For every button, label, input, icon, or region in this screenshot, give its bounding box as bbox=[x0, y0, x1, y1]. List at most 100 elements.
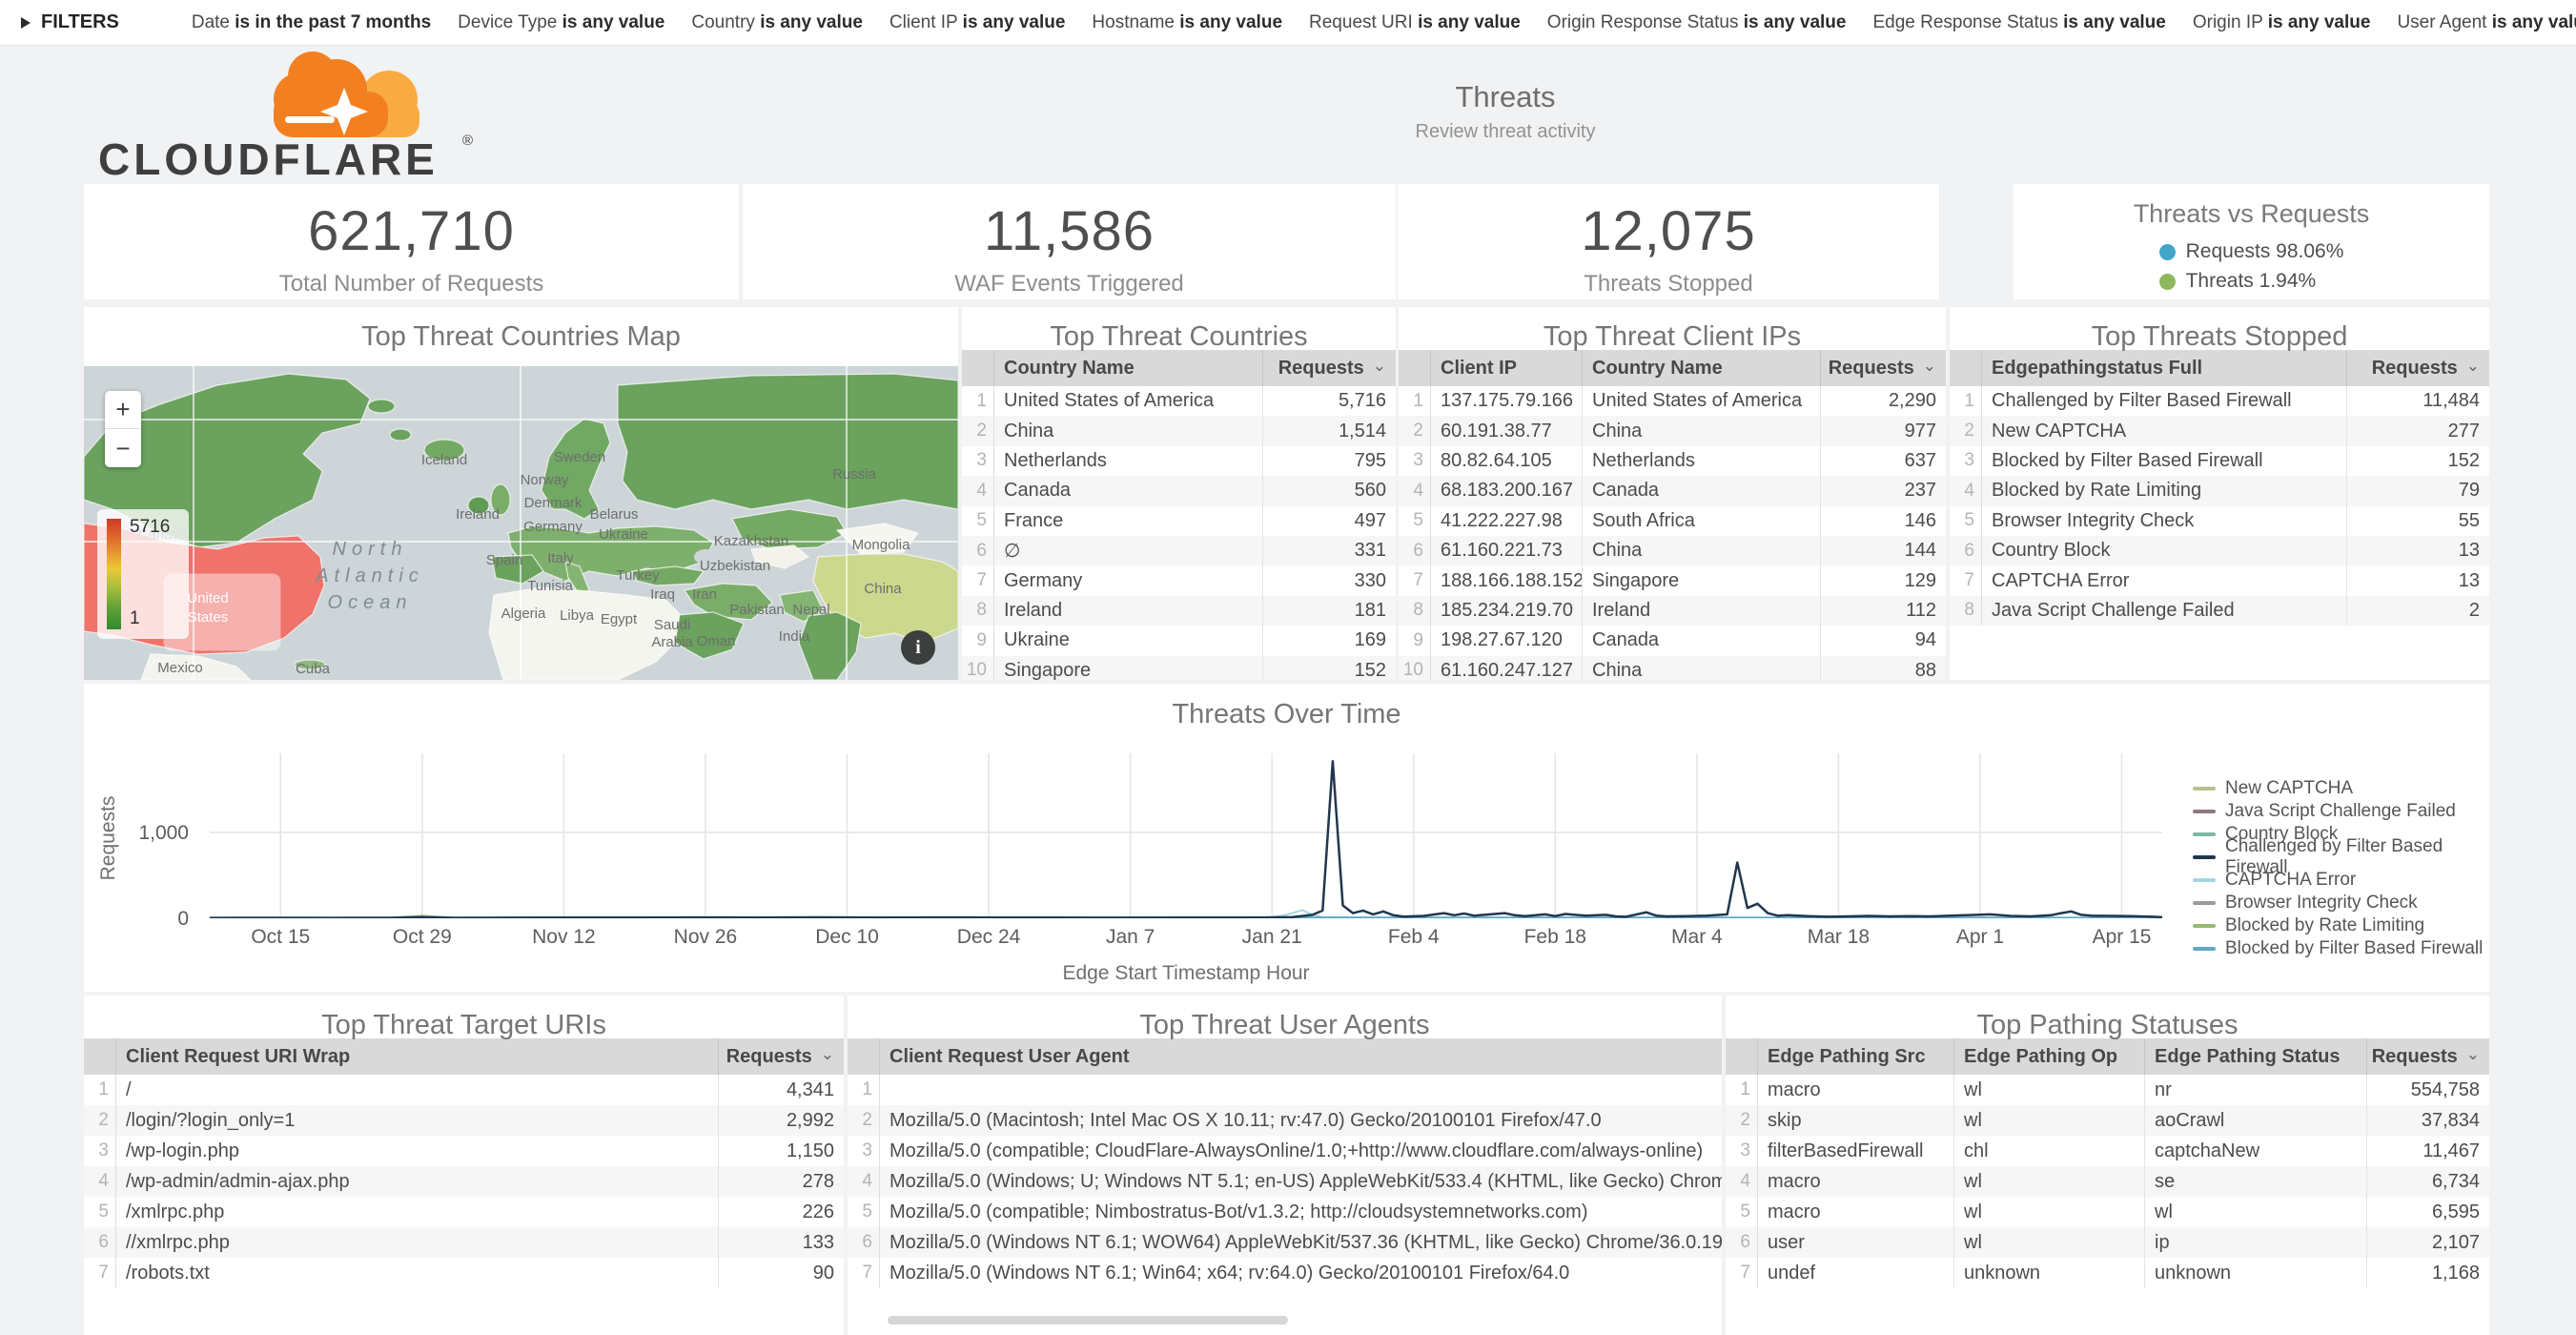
table-row[interactable]: 3Netherlands795 bbox=[962, 446, 1396, 476]
filter-item[interactable]: Edge Response Status is any value bbox=[1872, 12, 2165, 32]
filter-item[interactable]: Client IP is any value bbox=[889, 12, 1065, 32]
chart-legend-item[interactable]: Java Script Challenge Failed bbox=[2193, 800, 2489, 823]
table-row[interactable]: 4/wp-admin/admin-ajax.php278 bbox=[84, 1166, 844, 1197]
zoom-out-button[interactable]: − bbox=[105, 429, 141, 467]
column-header[interactable]: Requests⌄ bbox=[2346, 350, 2489, 386]
column-header[interactable]: Country Name bbox=[994, 350, 1262, 386]
table-row[interactable]: 3Mozilla/5.0 (compatible; CloudFlare-Alw… bbox=[848, 1136, 1722, 1166]
table-row[interactable]: 6Mozilla/5.0 (Windows NT 6.1; WOW64) App… bbox=[848, 1227, 1722, 1258]
table-row[interactable]: 5macrowlwl6,595 bbox=[1726, 1197, 2489, 1227]
table-row[interactable]: 1United States of America5,716 bbox=[962, 386, 1396, 416]
column-header[interactable]: Requests⌄ bbox=[1820, 350, 1946, 386]
table-row[interactable]: 2New CAPTCHA277 bbox=[1950, 416, 2489, 445]
table-row[interactable]: 2China1,514 bbox=[962, 416, 1396, 445]
table-row[interactable]: 1Challenged by Filter Based Firewall11,4… bbox=[1950, 386, 2489, 416]
column-header[interactable]: Edge Pathing Status bbox=[2144, 1038, 2366, 1075]
table-row[interactable]: 7undefunknownunknown1,168 bbox=[1726, 1258, 2489, 1288]
filter-item[interactable]: Origin IP is any value bbox=[2193, 12, 2371, 32]
zoom-in-button[interactable]: + bbox=[105, 391, 141, 429]
table-row[interactable]: 3filterBasedFirewallchlcaptchaNew11,467 bbox=[1726, 1136, 2489, 1166]
table-row[interactable]: 9198.27.67.120Canada94 bbox=[1399, 626, 1946, 655]
table-row[interactable]: 4Canada560 bbox=[962, 476, 1396, 505]
column-header[interactable]: Edge Pathing Op bbox=[1953, 1038, 2144, 1075]
column-header[interactable]: Country Name bbox=[1582, 350, 1820, 386]
legend-swatch-icon bbox=[2193, 947, 2216, 951]
registered-mark: ® bbox=[462, 133, 473, 149]
horizontal-scrollbar[interactable] bbox=[888, 1316, 1288, 1325]
filter-item[interactable]: User Agent is any value bbox=[2397, 12, 2576, 32]
card-title: Top Threat User Agents bbox=[848, 996, 1722, 1038]
filter-item[interactable]: Country is any value bbox=[691, 12, 863, 32]
table-row[interactable]: 2skipwlaoCrawl37,834 bbox=[1726, 1105, 2489, 1136]
world-map[interactable]: CanadaUnitedStatesMexicoCubaIcelandIrela… bbox=[84, 366, 958, 680]
table-row[interactable]: 1/4,341 bbox=[84, 1075, 844, 1105]
table-row[interactable]: 6∅331 bbox=[962, 536, 1396, 565]
column-header[interactable]: Requests⌄ bbox=[2366, 1038, 2489, 1075]
map-country-label: Libya bbox=[560, 607, 595, 624]
chart-legend-item[interactable]: New CAPTCHA bbox=[2193, 777, 2489, 800]
table-row[interactable]: 10Singapore152 bbox=[962, 656, 1396, 680]
threats-over-time-plot[interactable] bbox=[210, 753, 2162, 918]
table-row[interactable]: 5/xmlrpc.php226 bbox=[84, 1197, 844, 1227]
filter-item[interactable]: Date is in the past 7 months bbox=[192, 12, 431, 32]
table-row[interactable]: 260.191.38.77China977 bbox=[1399, 416, 1946, 445]
table-row[interactable]: 468.183.200.167Canada237 bbox=[1399, 476, 1946, 505]
column-header[interactable]: Edgepathingstatus Full bbox=[1982, 350, 2346, 386]
map-country-label: Mexico bbox=[157, 660, 203, 676]
table-row[interactable]: 661.160.221.73China144 bbox=[1399, 536, 1946, 565]
table-row[interactable]: 1137.175.79.166United States of America2… bbox=[1399, 386, 1946, 416]
table-row[interactable]: 7188.166.188.152Singapore129 bbox=[1399, 565, 1946, 595]
x-tick: Feb 4 bbox=[1366, 926, 1462, 949]
map-title: Top Threat Countries Map bbox=[84, 307, 958, 350]
table-row[interactable]: 7Mozilla/5.0 (Windows NT 6.1; Win64; x64… bbox=[848, 1258, 1722, 1288]
column-header[interactable]: Requests⌄ bbox=[1262, 350, 1396, 386]
chart-legend-item[interactable]: Browser Integrity Check bbox=[2193, 892, 2489, 914]
table-row[interactable]: 1061.160.247.127China88 bbox=[1399, 656, 1946, 680]
table-row[interactable]: 1 bbox=[848, 1075, 1722, 1105]
table-row[interactable]: 4macrowlse6,734 bbox=[1726, 1166, 2489, 1197]
table-row[interactable]: 5France497 bbox=[962, 506, 1396, 536]
column-header[interactable]: Requests⌄ bbox=[718, 1038, 844, 1075]
table-cell: wl bbox=[1953, 1075, 2144, 1105]
table-row[interactable]: 6userwlip2,107 bbox=[1726, 1227, 2489, 1258]
filter-item[interactable]: Origin Response Status is any value bbox=[1547, 12, 1847, 32]
filter-item[interactable]: Hostname is any value bbox=[1092, 12, 1282, 32]
table-row[interactable]: 7Germany330 bbox=[962, 565, 1396, 595]
table-row[interactable]: 3/wp-login.php1,150 bbox=[84, 1136, 844, 1166]
table-row[interactable]: 5Browser Integrity Check55 bbox=[1950, 506, 2489, 536]
table-row[interactable]: 7CAPTCHA Error13 bbox=[1950, 565, 2489, 595]
top-threat-target-uris-table: Client Request URI WrapRequests⌄1/4,3412… bbox=[84, 1038, 844, 1288]
table-row[interactable]: 6//xmlrpc.php133 bbox=[84, 1227, 844, 1258]
map-country-label: China bbox=[864, 581, 902, 597]
chart-legend-item[interactable]: Blocked by Filter Based Firewall bbox=[2193, 937, 2489, 960]
table-row[interactable]: 5Mozilla/5.0 (compatible; Nimbostratus-B… bbox=[848, 1197, 1722, 1227]
table-row[interactable]: 6Country Block13 bbox=[1950, 536, 2489, 565]
map-info-button[interactable]: i bbox=[901, 630, 935, 665]
column-header[interactable]: Client Request URI Wrap bbox=[116, 1038, 718, 1075]
table-row[interactable]: 1macrowlnr554,758 bbox=[1726, 1075, 2489, 1105]
row-index: 8 bbox=[1950, 596, 1982, 626]
table-row[interactable]: 4Blocked by Rate Limiting79 bbox=[1950, 476, 2489, 505]
column-header[interactable]: Client IP bbox=[1431, 350, 1582, 386]
index-column-header bbox=[1399, 350, 1431, 386]
filter-item[interactable]: Device Type is any value bbox=[458, 12, 664, 32]
chart-legend-item[interactable]: Blocked by Rate Limiting bbox=[2193, 914, 2489, 937]
chart-legend-item[interactable]: Challenged by Filter Based Firewall bbox=[2193, 846, 2489, 869]
row-index: 5 bbox=[1950, 506, 1982, 536]
table-row[interactable]: 2Mozilla/5.0 (Macintosh; Intel Mac OS X … bbox=[848, 1105, 1722, 1136]
table-row[interactable]: 541.222.227.98South Africa146 bbox=[1399, 506, 1946, 536]
table-row[interactable]: 4Mozilla/5.0 (Windows; U; Windows NT 5.1… bbox=[848, 1166, 1722, 1197]
table-cell: / bbox=[116, 1075, 718, 1105]
table-row[interactable]: 9Ukraine169 bbox=[962, 626, 1396, 655]
table-row[interactable]: 380.82.64.105Netherlands637 bbox=[1399, 446, 1946, 476]
column-header[interactable]: Edge Pathing Src bbox=[1758, 1038, 1953, 1075]
table-row[interactable]: 2/login/?login_only=12,992 bbox=[84, 1105, 844, 1136]
column-header[interactable]: Client Request User Agent bbox=[880, 1038, 1722, 1075]
filters-toggle[interactable]: FILTERS bbox=[21, 11, 119, 33]
table-row[interactable]: 7/robots.txt90 bbox=[84, 1258, 844, 1288]
table-row[interactable]: 8185.234.219.70Ireland112 bbox=[1399, 596, 1946, 626]
table-row[interactable]: 3Blocked by Filter Based Firewall152 bbox=[1950, 446, 2489, 476]
table-row[interactable]: 8Ireland181 bbox=[962, 596, 1396, 626]
table-row[interactable]: 8Java Script Challenge Failed2 bbox=[1950, 596, 2489, 626]
filter-item[interactable]: Request URI is any value bbox=[1309, 12, 1521, 32]
